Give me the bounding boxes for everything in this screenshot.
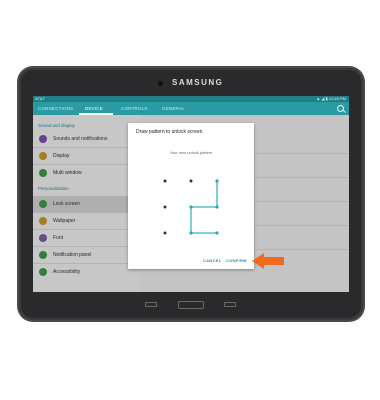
- settings-tab-bar: CONNECTIONS DEVICE CONTROLS GENERAL: [33, 102, 349, 115]
- unlock-pattern-dialog: Draw pattern to unlock screen Your new u…: [128, 123, 254, 269]
- home-button[interactable]: [178, 301, 204, 309]
- device-brand: SAMSUNG: [172, 78, 224, 87]
- pattern-path: [190, 181, 218, 234]
- front-camera: [158, 81, 163, 86]
- pattern-dot[interactable]: [189, 231, 193, 235]
- tab-device[interactable]: DEVICE: [85, 106, 103, 111]
- back-button[interactable]: [224, 302, 236, 307]
- pattern-dot[interactable]: [215, 205, 219, 209]
- recent-apps-button[interactable]: [145, 302, 157, 307]
- highlight-arrow-icon: [252, 253, 284, 269]
- pattern-dot[interactable]: [189, 205, 193, 209]
- pattern-dot[interactable]: [163, 179, 167, 183]
- pattern-grid[interactable]: [128, 123, 254, 269]
- cancel-button[interactable]: CANCEL: [203, 258, 221, 263]
- pattern-dot[interactable]: [215, 179, 219, 183]
- tab-connections[interactable]: CONNECTIONS: [38, 106, 73, 111]
- tab-controls[interactable]: CONTROLS: [121, 106, 148, 111]
- confirm-button[interactable]: CONFIRM: [226, 258, 247, 263]
- pattern-dot[interactable]: [215, 231, 219, 235]
- pattern-dot[interactable]: [189, 179, 193, 183]
- search-icon[interactable]: [337, 105, 344, 112]
- pattern-dot[interactable]: [163, 231, 167, 235]
- tab-general[interactable]: GENERAL: [162, 106, 185, 111]
- pattern-dot[interactable]: [163, 205, 167, 209]
- tablet-screen: AT&T ▲ ◢ ▮ 12:45 PM CONNECTIONS DEVICE C…: [33, 96, 349, 292]
